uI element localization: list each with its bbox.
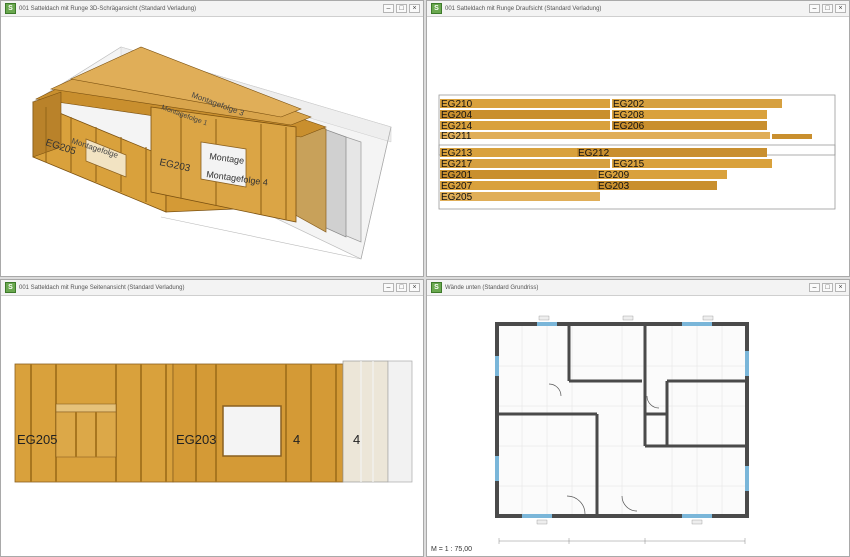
app-icon: S	[431, 3, 442, 14]
window-floor-plan[interactable]: S Wände unten (Standard Grundriss) – □ ×	[426, 279, 850, 557]
label-eg206: EG206	[613, 121, 645, 132]
label-eg207: EG207	[441, 181, 473, 192]
wall-elevation: EG205 EG203 4 4	[14, 360, 413, 483]
label-eg205-side: EG205	[17, 432, 57, 447]
label-eg213: EG213	[441, 148, 473, 159]
label-eg208: EG208	[613, 110, 645, 121]
label-eg212: EG212	[578, 148, 610, 159]
window-title: 001 Satteldach mit Runge 3D-Schrägansich…	[19, 5, 197, 12]
viewport-3d[interactable]: EG205 EG203 Montage Montagefolge 4 Monta…	[1, 17, 423, 276]
window-side-view[interactable]: S 001 Satteldach mit Runge Seitenansicht…	[0, 279, 424, 557]
floor-plan-drawing	[495, 315, 749, 544]
window-titlebar[interactable]: S 001 Satteldach mit Runge Draufsicht (S…	[427, 1, 849, 17]
app-icon: S	[5, 282, 16, 293]
wall-stack-3d: EG205 EG203 Montage Montagefolge 4 Monta…	[32, 46, 392, 260]
app-icon: S	[5, 3, 16, 14]
maximize-button[interactable]: □	[822, 4, 833, 13]
viewport-side[interactable]: EG205 EG203 4 4	[1, 296, 423, 556]
maximize-button[interactable]: □	[822, 283, 833, 292]
label-eg203-side: EG203	[176, 432, 216, 447]
window-titlebar[interactable]: S 001 Satteldach mit Runge Seitenansicht…	[1, 280, 423, 296]
minimize-button[interactable]: –	[383, 283, 394, 292]
window-3d-view[interactable]: S 001 Satteldach mit Runge 3D-Schrägansi…	[0, 0, 424, 277]
close-button[interactable]: ×	[409, 283, 420, 292]
label-eg201: EG201	[441, 170, 473, 181]
viewport-plan[interactable]: M = 1 : 75,00	[427, 296, 849, 556]
minimize-button[interactable]: –	[383, 4, 394, 13]
label-eg202: EG202	[613, 99, 645, 110]
label-sequence-4a: 4	[293, 432, 300, 447]
window-title: 001 Satteldach mit Runge Seitenansicht (…	[19, 284, 185, 291]
viewport-top[interactable]: EG210 EG202 EG204 EG208 EG214 EG206 EG21…	[427, 17, 849, 276]
window-top-view[interactable]: S 001 Satteldach mit Runge Draufsicht (S…	[426, 0, 850, 277]
window-title: 001 Satteldach mit Runge Draufsicht (Sta…	[445, 5, 602, 12]
maximize-button[interactable]: □	[396, 4, 407, 13]
label-eg209: EG209	[598, 170, 630, 181]
close-button[interactable]: ×	[409, 4, 420, 13]
label-eg211: EG211	[441, 131, 472, 142]
label-eg215: EG215	[613, 159, 645, 170]
wall-stack-top: EG210 EG202 EG204 EG208 EG214 EG206 EG21…	[438, 94, 836, 210]
minimize-button[interactable]: –	[809, 4, 820, 13]
close-button[interactable]: ×	[835, 4, 846, 13]
close-button[interactable]: ×	[835, 283, 846, 292]
maximize-button[interactable]: □	[396, 283, 407, 292]
app-icon: S	[431, 282, 442, 293]
label-sequence-4b: 4	[353, 432, 360, 447]
window-titlebar[interactable]: S Wände unten (Standard Grundriss) – □ ×	[427, 280, 849, 296]
label-eg204: EG204	[441, 110, 473, 121]
window-titlebar[interactable]: S 001 Satteldach mit Runge 3D-Schrägansi…	[1, 1, 423, 17]
window-title: Wände unten (Standard Grundriss)	[445, 284, 539, 291]
label-eg203: EG203	[598, 181, 630, 192]
label-eg205: EG205	[441, 192, 473, 203]
label-eg210: EG210	[441, 99, 473, 110]
scale-label: M = 1 : 75,00	[431, 546, 473, 553]
minimize-button[interactable]: –	[809, 283, 820, 292]
label-eg217: EG217	[441, 159, 473, 170]
